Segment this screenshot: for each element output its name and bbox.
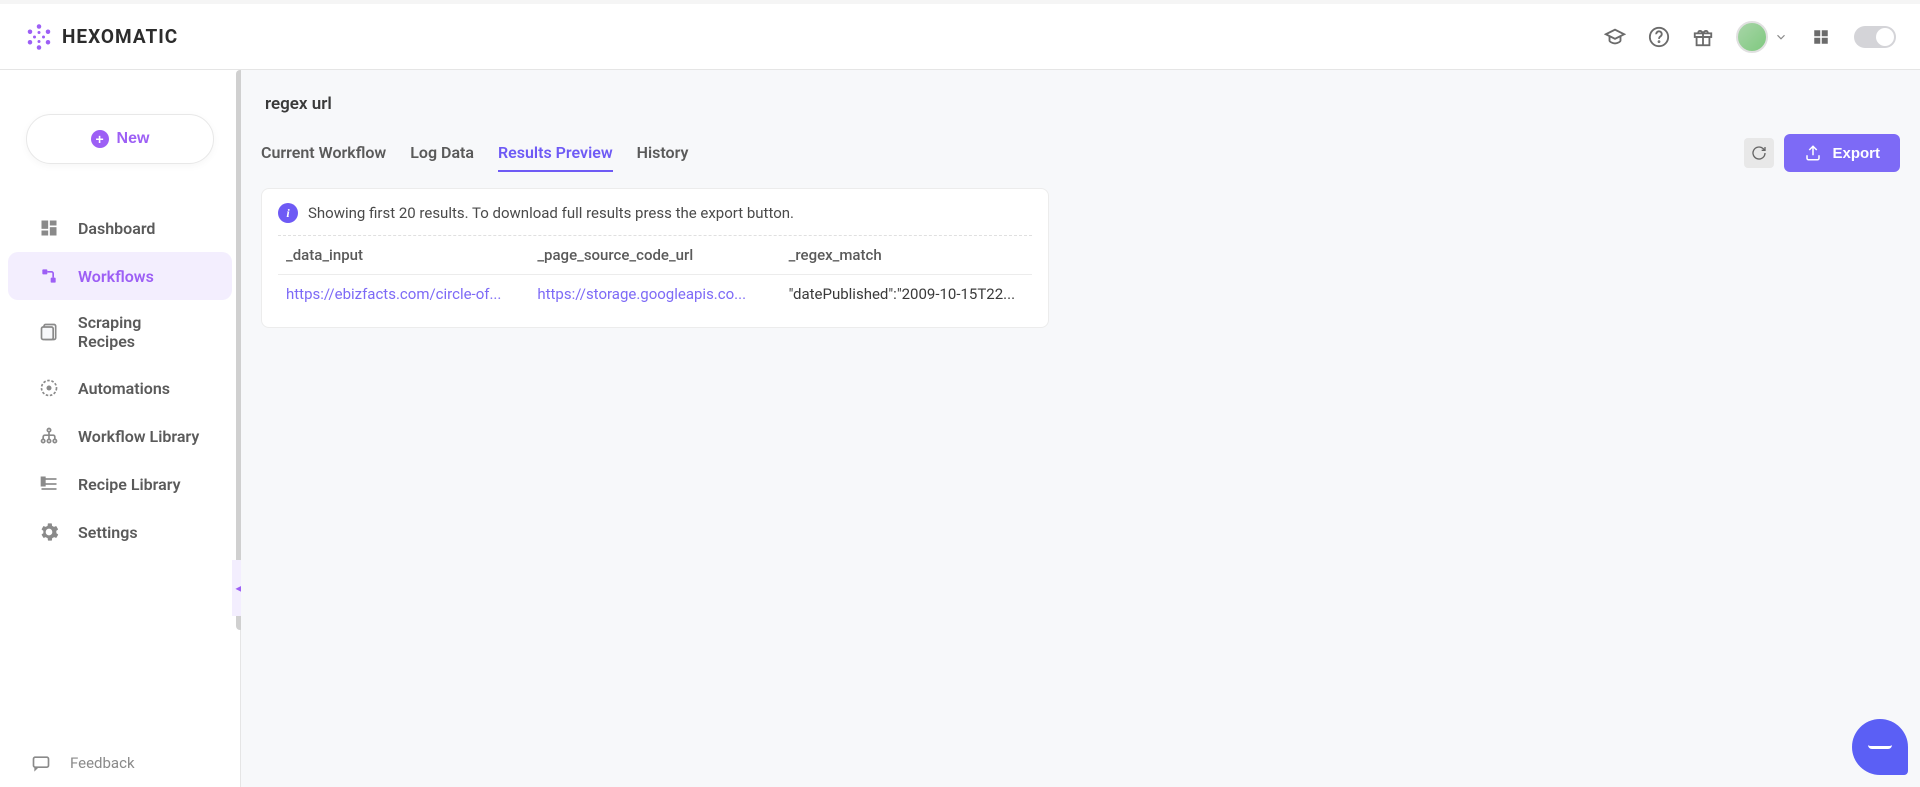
export-icon <box>1804 144 1822 162</box>
topbar: HEXOMATIC <box>0 4 1920 70</box>
sidebar-item-settings[interactable]: Settings <box>8 508 232 556</box>
sidebar-item-workflow-library[interactable]: Workflow Library <box>8 412 232 460</box>
sidebar-item-dashboard[interactable]: Dashboard <box>8 204 232 252</box>
feedback-icon <box>30 752 52 774</box>
chat-icon <box>1868 745 1892 749</box>
new-button[interactable]: + New <box>26 114 214 164</box>
export-button[interactable]: Export <box>1784 134 1900 172</box>
results-card: i Showing first 20 results. To download … <box>261 188 1049 328</box>
tab-results-preview[interactable]: Results Preview <box>498 135 613 172</box>
column-header: _regex_match <box>781 246 1032 264</box>
sidebar-item-label: Scraping Recipes <box>78 313 202 351</box>
tab-current-workflow[interactable]: Current Workflow <box>261 135 386 172</box>
logo[interactable]: HEXOMATIC <box>24 22 178 52</box>
user-menu[interactable] <box>1736 21 1788 53</box>
avatar <box>1736 21 1768 53</box>
automations-icon <box>38 377 60 399</box>
gear-icon <box>38 521 60 543</box>
sidebar-item-scraping-recipes[interactable]: Scraping Recipes <box>8 300 232 364</box>
results-table: _data_input _page_source_code_url _regex… <box>278 236 1032 313</box>
column-header: _data_input <box>278 246 529 264</box>
cell-regex-match: "datePublished":"2009-10-15T22... <box>781 285 1032 303</box>
recipe-library-icon <box>38 473 60 495</box>
export-label: Export <box>1832 145 1880 162</box>
tab-log-data[interactable]: Log Data <box>410 135 474 172</box>
academy-icon[interactable] <box>1604 26 1626 48</box>
page-title: regex url <box>265 94 1900 114</box>
sidebar-item-label: Dashboard <box>78 219 155 238</box>
chevron-down-icon <box>1774 30 1788 44</box>
cell-data-input[interactable]: https://ebizfacts.com/circle-of... <box>278 285 529 303</box>
info-banner: i Showing first 20 results. To download … <box>278 203 1032 236</box>
refresh-icon <box>1751 145 1767 161</box>
apps-icon[interactable] <box>1810 26 1832 48</box>
dashboard-icon <box>38 217 60 239</box>
sidebar-item-label: Workflows <box>78 267 154 286</box>
plus-icon: + <box>91 130 109 148</box>
sidebar-item-feedback[interactable]: Feedback <box>0 739 240 787</box>
logo-icon <box>24 22 54 52</box>
column-header: _page_source_code_url <box>529 246 780 264</box>
main-content: regex url Current Workflow Log Data Resu… <box>241 70 1920 787</box>
info-icon: i <box>278 203 298 223</box>
tabs: Current Workflow Log Data Results Previe… <box>261 135 688 172</box>
chat-widget[interactable] <box>1852 719 1908 775</box>
info-text: Showing first 20 results. To download fu… <box>308 204 794 222</box>
table-header-row: _data_input _page_source_code_url _regex… <box>278 236 1032 275</box>
gift-icon[interactable] <box>1692 26 1714 48</box>
sidebar-item-label: Automations <box>78 379 170 398</box>
workflows-icon <box>38 265 60 287</box>
sidebar-item-automations[interactable]: Automations <box>8 364 232 412</box>
library-icon <box>38 425 60 447</box>
sidebar-item-label: Recipe Library <box>78 475 181 494</box>
theme-toggle[interactable] <box>1854 26 1896 48</box>
help-icon[interactable] <box>1648 26 1670 48</box>
sidebar-item-workflows[interactable]: Workflows <box>8 252 232 300</box>
sidebar-item-label: Settings <box>78 523 138 542</box>
refresh-button[interactable] <box>1744 138 1774 168</box>
sidebar-item-recipe-library[interactable]: Recipe Library <box>8 460 232 508</box>
feedback-label: Feedback <box>70 754 135 772</box>
table-row: https://ebizfacts.com/circle-of... https… <box>278 275 1032 313</box>
logo-text: HEXOMATIC <box>62 25 178 48</box>
sidebar: + New Dashboard Workflows Scraping R <box>0 70 241 787</box>
new-button-label: New <box>117 130 150 148</box>
recipes-icon <box>38 321 60 343</box>
sidebar-item-label: Workflow Library <box>78 427 199 446</box>
topbar-actions <box>1604 21 1896 53</box>
tab-history[interactable]: History <box>637 135 689 172</box>
cell-page-source[interactable]: https://storage.googleapis.co... <box>529 285 780 303</box>
